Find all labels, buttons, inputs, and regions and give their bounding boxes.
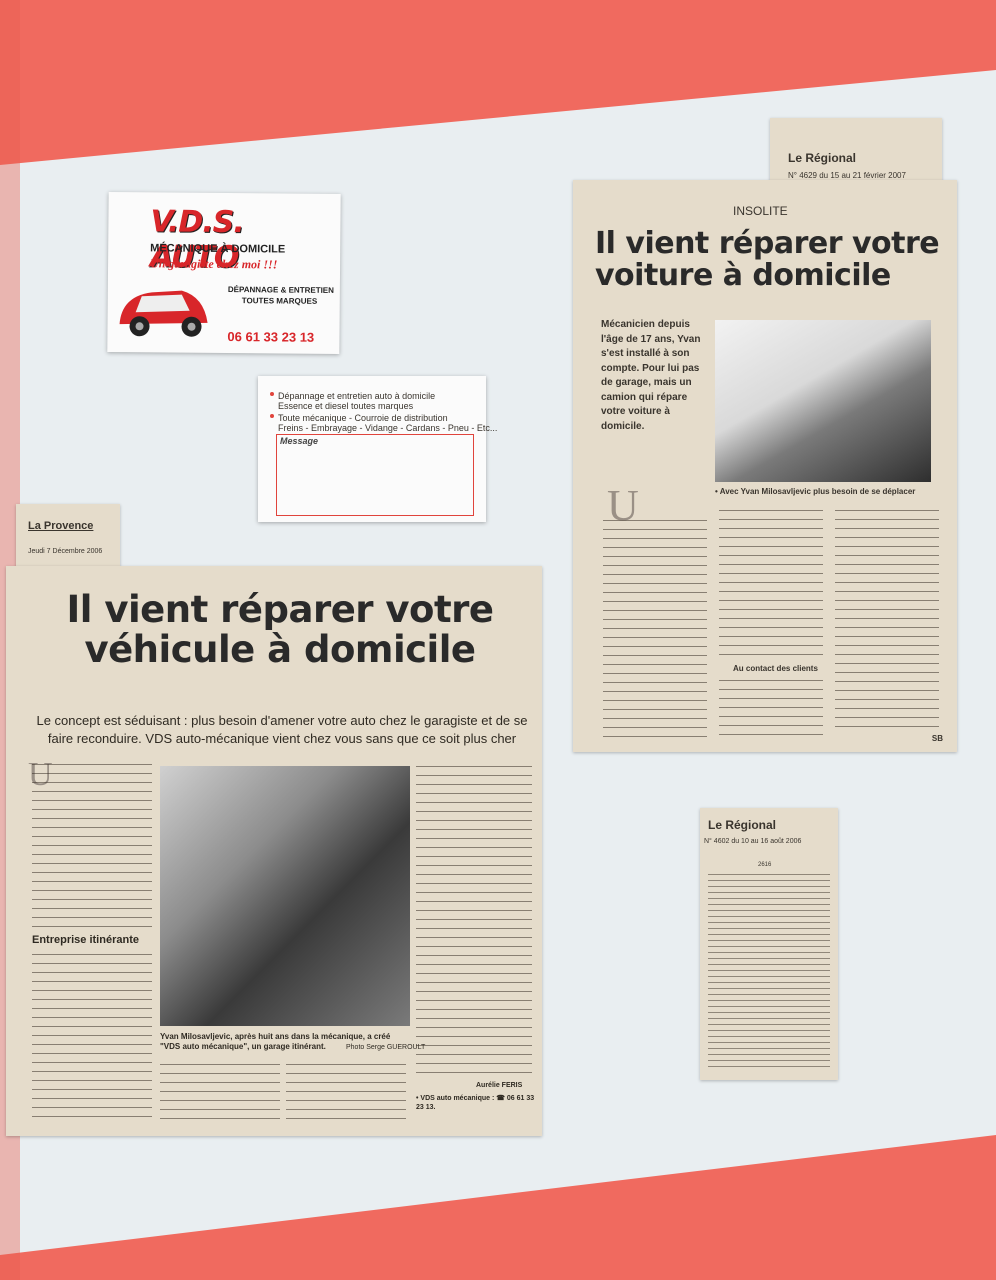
card-services-brands: TOUTES MARQUES (241, 296, 318, 306)
provence-contact: • VDS auto mécanique : ☎ 06 61 33 23 13. (416, 1095, 535, 1112)
regional-bottom-notice: Le Régional N° 4602 du 10 au 16 août 200… (700, 808, 838, 1080)
display-board: V.D.S. AUTO MÉCANIQUE À DOMICILE Un gara… (0, 0, 996, 1280)
regional-top-headline: Il vient réparer votre voiture à domicil… (595, 226, 940, 294)
message-label: Message (280, 436, 319, 446)
regional-bottom-body (708, 874, 830, 1070)
regional-top-col1 (603, 520, 707, 740)
regional-top-caption: • Avec Yvan Milosavljevic plus besoin de… (715, 487, 916, 496)
provence-col3 (286, 1064, 406, 1124)
business-card-back: Dépannage et entretien auto à domicile E… (258, 376, 497, 522)
card-tagline: Un garagiste chez moi !!! (150, 256, 278, 272)
card-back-item-2: Toute mécanique - Courroie de distributi… (278, 413, 448, 423)
regional-bottom-issue: N° 4602 du 10 au 16 août 2006 (704, 838, 802, 845)
card-subtitle: MÉCANIQUE À DOMICILE (150, 242, 286, 256)
bottom-red-band (0, 1135, 996, 1280)
provence-subhead: Entreprise itinérante (32, 934, 139, 946)
provence-col4 (416, 766, 532, 1076)
provence-pub: La Provence (28, 520, 94, 532)
regional-bottom-pub: Le Régional (708, 818, 777, 832)
regional-top-col3 (835, 510, 939, 730)
provence-col2 (160, 1064, 280, 1124)
regional-top-article: INSOLITE Il vient réparer votre voiture … (573, 180, 957, 752)
provence-headline: Il vient réparer votre véhicule à domici… (66, 588, 494, 671)
regional-top-col2b (719, 680, 823, 740)
provence-photo-credit: Photo Serge GUEROULT (346, 1044, 426, 1051)
card-back-item-1b: Essence et diesel toutes marques (278, 401, 414, 411)
regional-top-issue: N° 4629 du 15 au 21 février 2007 (788, 171, 906, 180)
business-card-front: V.D.S. AUTO MÉCANIQUE À DOMICILE Un gara… (107, 191, 341, 355)
provence-header: La Provence Jeudi 7 Décembre 2006 (16, 504, 120, 568)
regional-top-intro: Mécanicien depuis l'âge de 17 ans, Yvan … (601, 319, 701, 432)
provence-col1b (32, 954, 152, 1120)
provence-photo (160, 766, 410, 1026)
provence-author: Aurélie FERIS (476, 1082, 523, 1089)
regional-top-col2 (719, 510, 823, 660)
card-back-item-1: Dépannage et entretien auto à domicile (278, 391, 436, 401)
card-back-item-2b: Freins - Embrayage - Vidange - Cardans -… (278, 423, 498, 433)
message-box: Message (276, 434, 474, 516)
card-services: DÉPANNAGE & ENTRETIEN (227, 285, 334, 295)
regional-bottom-ref: 2616 (758, 862, 772, 868)
regional-top-kicker: INSOLITE (733, 204, 788, 218)
provence-lede: Le concept est séduisant : plus besoin d… (36, 713, 528, 747)
provence-article: Il vient réparer votre véhicule à domici… (6, 566, 542, 1136)
regional-top-photo (715, 320, 931, 482)
card-phone: 06 61 33 23 13 (227, 329, 315, 345)
provence-date: Jeudi 7 Décembre 2006 (28, 548, 103, 555)
provence-col1 (32, 764, 152, 928)
car-illustration (119, 290, 208, 337)
regional-top-pub: Le Régional (788, 151, 857, 165)
regional-top-subhead: Au contact des clients (733, 664, 818, 673)
regional-top-signature: SB (931, 734, 943, 743)
